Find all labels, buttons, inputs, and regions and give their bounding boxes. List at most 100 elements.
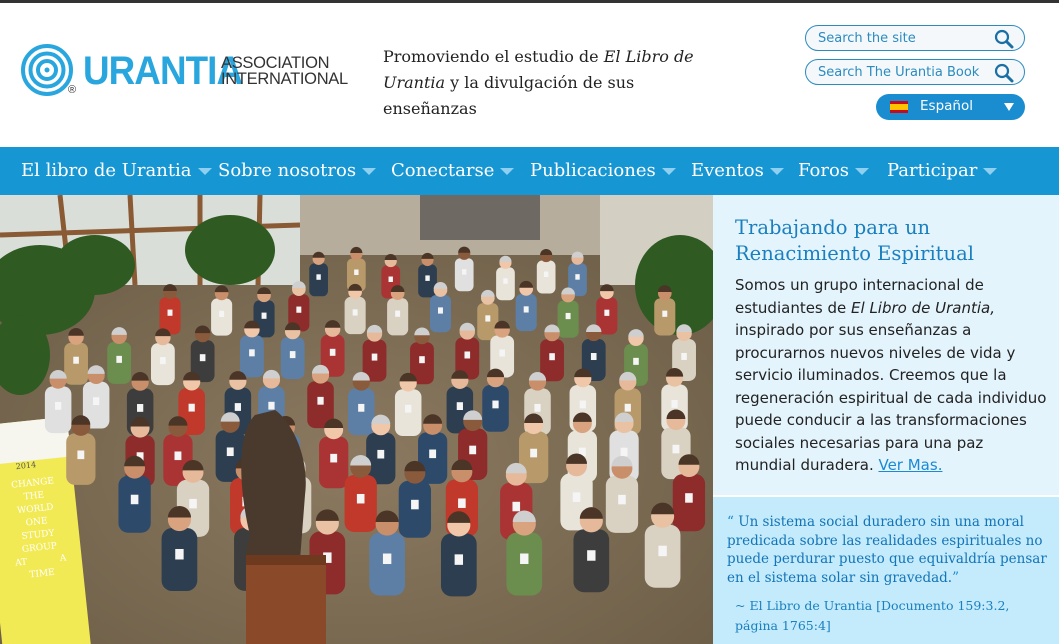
nav-item-participar[interactable]: Participar — [887, 147, 998, 195]
chevron-down-icon — [500, 167, 515, 175]
name-badge — [382, 553, 392, 565]
name-badge — [395, 310, 401, 317]
name-badge — [671, 399, 678, 408]
nav-item-eventos[interactable]: Eventos — [691, 147, 784, 195]
name-badge — [658, 545, 667, 557]
search-book-input[interactable] — [818, 63, 988, 81]
chevron-down-icon — [362, 167, 377, 175]
person-body — [496, 267, 515, 301]
person-body — [150, 343, 175, 386]
name-badge — [352, 309, 358, 316]
name-badge — [268, 401, 275, 410]
person-body — [344, 474, 377, 532]
name-badge — [116, 355, 122, 363]
person-body — [387, 298, 409, 336]
chevron-down-icon — [983, 167, 998, 175]
name-badge — [316, 274, 321, 280]
name-badge — [358, 403, 365, 412]
name-badge — [618, 494, 626, 505]
name-badge — [199, 354, 206, 362]
nav-item-sobre-nosotros[interactable]: Sobre nosotros — [218, 147, 377, 195]
logo-subtitle: ASSOCIATION INTERNATIONAL — [221, 54, 348, 88]
person-body — [280, 337, 305, 380]
name-badge — [388, 276, 393, 283]
name-badge — [175, 548, 184, 560]
search-site-box[interactable] — [805, 25, 1025, 51]
name-badge — [317, 396, 324, 405]
quote-source: ~ El Libro de Urantia [Documento 159:3.2… — [735, 598, 1010, 633]
group-photo-illustration: 2014 CHANGE THE WORLD ONE STUDY GROUP AT… — [0, 195, 713, 644]
name-badge — [296, 306, 302, 313]
name-badge — [261, 312, 267, 319]
logo-wordmark: URANTIA — [83, 49, 243, 93]
logo-subtitle-line1: ASSOCIATION — [221, 54, 330, 72]
read-more-link[interactable]: Ver Mas. — [878, 456, 942, 474]
person-body — [515, 293, 537, 332]
intro-text-2: inspirado por sus enseñanzas a procurarn… — [735, 321, 1047, 474]
name-badge — [438, 307, 443, 314]
quote-close-mark: ” — [952, 569, 959, 586]
language-selector[interactable]: Español — [876, 94, 1025, 120]
top-border — [0, 0, 1059, 3]
name-badge — [464, 351, 471, 359]
chevron-down-icon — [855, 167, 870, 175]
person-body — [344, 296, 366, 335]
hero-group-photo: 2014 CHANGE THE WORLD ONE STUDY GROUP AT… — [0, 195, 713, 644]
language-label: Español — [920, 98, 973, 114]
name-badge — [579, 400, 586, 409]
intro-panel: Trabajando para un Renacimiento Espiritu… — [713, 195, 1059, 495]
name-badge — [685, 493, 693, 503]
person-body — [429, 294, 452, 333]
search-icon[interactable] — [994, 63, 1014, 83]
name-badge — [565, 312, 571, 320]
urantia-logo[interactable]: ® URANTIA ASSOCIATION INTERNATIONAL — [21, 44, 351, 100]
nav-label: Foros — [798, 160, 850, 181]
name-badge — [188, 403, 195, 412]
person-body — [211, 298, 233, 336]
name-badge — [503, 278, 508, 284]
name-badge — [587, 550, 596, 561]
name-badge — [456, 402, 463, 411]
person-body — [477, 302, 499, 341]
banner-text-box: CHANGE THE WORLD ONE STUDY GROUP AT A TI… — [11, 476, 67, 580]
name-badge — [219, 310, 225, 317]
nav-item-foros[interactable]: Foros — [798, 147, 870, 195]
name-badge — [356, 493, 365, 504]
name-badge — [160, 357, 166, 365]
nav-label: Sobre nosotros — [218, 160, 357, 181]
name-badge — [55, 401, 62, 410]
name-badge — [329, 348, 336, 356]
person-body — [482, 384, 509, 432]
name-badge — [604, 309, 610, 316]
name-badge — [174, 451, 182, 461]
name-badge — [549, 353, 555, 361]
name-badge — [234, 403, 241, 411]
person-body — [440, 533, 477, 597]
name-badge — [330, 453, 338, 463]
name-badge — [681, 352, 687, 360]
name-badge — [633, 357, 639, 365]
search-book-box[interactable] — [805, 59, 1025, 85]
search-site-input[interactable] — [818, 29, 988, 47]
name-badge — [572, 492, 581, 502]
nav-item-el-libro[interactable]: El libro de Urantia — [21, 147, 212, 195]
nav-item-conectarse[interactable]: Conectarse — [391, 147, 515, 195]
intro-book-title: El Libro de Urantia, — [851, 298, 995, 317]
name-badge — [662, 310, 668, 317]
site-tagline: Promoviendo el estudio de El Libro de Ur… — [383, 44, 713, 122]
name-badge — [458, 498, 466, 508]
main-nav: El libro de Urantia Sobre nosotros Conec… — [0, 147, 1059, 195]
name-badge — [354, 269, 359, 275]
name-badge — [130, 494, 139, 505]
chevron-down-icon — [1004, 103, 1014, 111]
nav-label: Eventos — [691, 160, 764, 181]
name-badge — [485, 315, 491, 322]
name-badge — [77, 450, 85, 460]
person-body — [605, 475, 639, 533]
search-icon[interactable] — [994, 29, 1014, 49]
name-badge — [425, 275, 430, 281]
nav-item-publicaciones[interactable]: Publicaciones — [530, 147, 676, 195]
name-badge — [543, 271, 549, 278]
name-badge — [371, 353, 378, 361]
chevron-down-icon — [197, 167, 212, 175]
